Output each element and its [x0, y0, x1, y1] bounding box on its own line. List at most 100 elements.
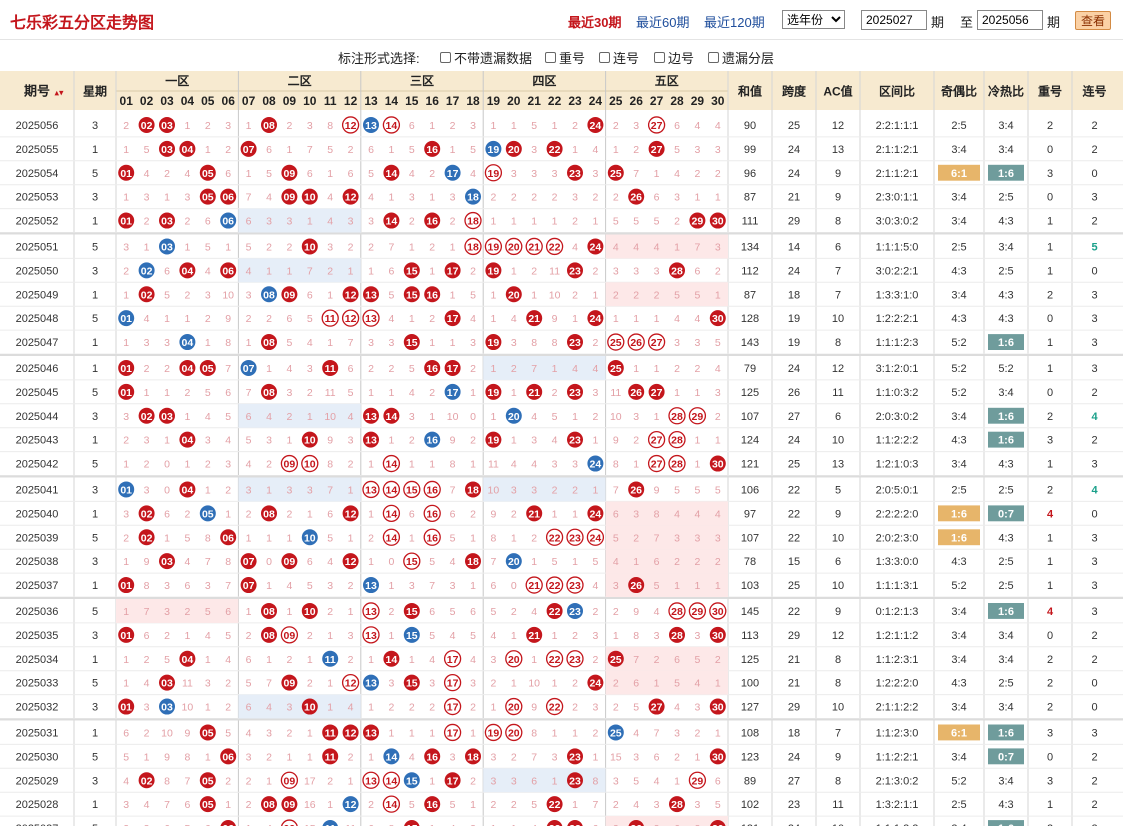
miss-count: 2 — [633, 435, 639, 447]
miss-count: 1 — [368, 654, 374, 666]
miss-count: 1 — [307, 751, 313, 763]
stat-odd: 2:5 — [951, 484, 966, 496]
miss-count: 5 — [225, 411, 231, 423]
miss-count: 2 — [592, 727, 598, 739]
ball-number: 23 — [569, 654, 581, 666]
miss-count: 8 — [225, 337, 231, 349]
stat-sum: 143 — [741, 337, 759, 349]
stat-span: 24 — [788, 144, 800, 156]
checkbox-box-icon[interactable] — [599, 52, 610, 63]
stat-ac: 7 — [835, 265, 841, 277]
year-select[interactable]: 选年份 — [782, 10, 845, 29]
miss-count: 1 — [654, 678, 660, 690]
miss-count: 3 — [674, 532, 680, 544]
miss-count: 3 — [470, 120, 476, 132]
period-link-60[interactable]: 最近60期 — [636, 12, 689, 31]
stat-rep: 4 — [1047, 606, 1054, 618]
zone-highlight — [238, 694, 361, 719]
ball-number: 24 — [590, 120, 602, 132]
stat-odd: 2:5 — [951, 799, 966, 811]
miss-count: 4 — [470, 168, 476, 180]
issue-cell: 2025052 — [16, 216, 59, 228]
miss-count: 1 — [348, 532, 354, 544]
miss-count: 7 — [531, 751, 537, 763]
checkbox-edge[interactable]: 边号 — [654, 48, 694, 67]
miss-count: 1 — [633, 459, 639, 471]
miss-count: 1 — [490, 702, 496, 714]
ball-number: 15 — [406, 337, 418, 349]
miss-count: 4 — [225, 654, 231, 666]
issue-cell: 2025045 — [16, 387, 59, 399]
miss-count: 1 — [123, 289, 129, 301]
miss-count: 4 — [266, 411, 272, 423]
number-header: 16 — [426, 94, 440, 108]
miss-count: 2 — [674, 363, 680, 375]
ball-number: 12 — [345, 289, 357, 301]
ball-number: 19 — [488, 241, 500, 253]
stat-sum: 106 — [741, 484, 759, 496]
miss-count: 6 — [123, 727, 129, 739]
miss-count: 2 — [246, 508, 252, 520]
stat-sum: 102 — [741, 799, 759, 811]
checkbox-no-miss[interactable]: 不带遗漏数据 — [440, 48, 532, 67]
issue-header[interactable]: 期号 — [24, 84, 50, 99]
miss-count: 3 — [531, 435, 537, 447]
stat-header: 连号 — [1082, 84, 1106, 99]
miss-count: 7 — [348, 337, 354, 349]
checkbox-miss-layer[interactable]: 遗漏分层 — [708, 48, 774, 67]
period-link-120[interactable]: 最近120期 — [704, 12, 765, 31]
checkbox-box-icon[interactable] — [545, 52, 556, 63]
from-issue-input[interactable] — [861, 10, 927, 30]
ball-number: 21 — [528, 313, 540, 325]
miss-count: 6 — [654, 751, 660, 763]
checkbox-consecutive[interactable]: 连号 — [599, 48, 639, 67]
ball-number: 15 — [406, 265, 418, 277]
miss-count: 3 — [694, 337, 700, 349]
miss-count: 5 — [613, 532, 619, 544]
ball-number: 05 — [202, 775, 214, 787]
miss-count: 5 — [633, 702, 639, 714]
ball-number: 19 — [488, 435, 500, 447]
stat-span: 18 — [788, 289, 800, 301]
miss-count: 4 — [552, 435, 558, 447]
stat-con: 2 — [1091, 654, 1097, 666]
miss-count: 3 — [144, 435, 150, 447]
miss-count: 2 — [144, 459, 150, 471]
ball-number: 16 — [426, 144, 438, 156]
miss-count: 1 — [266, 775, 272, 787]
ball-number: 01 — [120, 630, 132, 642]
miss-count: 3 — [144, 484, 150, 496]
miss-count: 9 — [654, 484, 660, 496]
ball-number: 19 — [488, 144, 500, 156]
miss-count: 5 — [674, 678, 680, 690]
ball-number: 12 — [345, 799, 357, 811]
miss-count: 3 — [450, 192, 456, 204]
period-link-30[interactable]: 最近30期 — [568, 12, 621, 31]
stat-span: 27 — [788, 775, 800, 787]
miss-count: 3 — [144, 337, 150, 349]
ball-number: 30 — [712, 313, 724, 325]
number-header: 30 — [711, 94, 725, 108]
miss-count: 3 — [184, 192, 190, 204]
stat-ac: 10 — [832, 435, 844, 447]
sort-icon[interactable]: ▴▾ — [54, 88, 64, 98]
miss-count: 5 — [144, 144, 150, 156]
stat-rep: 3 — [1047, 775, 1053, 787]
stat-ac: 11 — [832, 799, 843, 811]
checkbox-repeat[interactable]: 重号 — [545, 48, 585, 67]
checkbox-box-icon[interactable] — [440, 52, 451, 63]
miss-count: 2 — [450, 216, 456, 228]
miss-count: 6 — [307, 556, 313, 568]
ball-number: 09 — [284, 799, 296, 811]
checkbox-box-icon[interactable] — [654, 52, 665, 63]
stat-zone: 1:2:2:2:0 — [876, 678, 919, 690]
miss-count: 3 — [225, 459, 231, 471]
miss-count: 4 — [266, 192, 272, 204]
ball-number: 10 — [304, 241, 316, 253]
query-button[interactable]: 查看 — [1075, 11, 1111, 30]
stat-sum: 108 — [741, 727, 759, 739]
miss-count: 1 — [429, 459, 435, 471]
ball-number: 15 — [406, 606, 418, 618]
to-issue-input[interactable] — [977, 10, 1043, 30]
checkbox-box-icon[interactable] — [708, 52, 719, 63]
